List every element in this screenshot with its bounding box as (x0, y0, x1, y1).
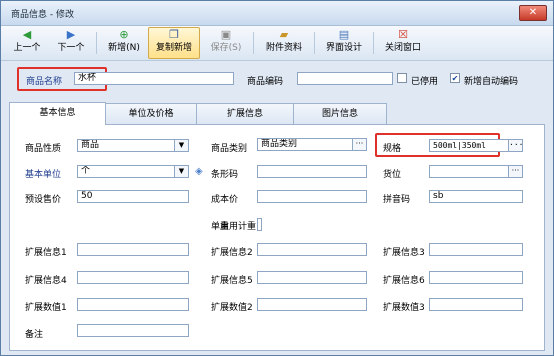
chevron-down-icon[interactable]: ▼ (174, 140, 188, 151)
ext-num-3-input[interactable] (429, 298, 523, 311)
ext-info-6-input[interactable] (429, 271, 523, 284)
ext-num-3-label: 扩展数值3 (383, 303, 425, 313)
disabled-checkbox[interactable] (397, 73, 407, 83)
ui-design-button[interactable]: ▤ 界面设计 (319, 28, 369, 58)
folder-icon: ▰ (279, 28, 289, 41)
category-input[interactable]: 商品类别 ··· (257, 138, 367, 151)
spec-input[interactable]: 500ml|350ml ··· (429, 139, 523, 152)
tab-unit-price[interactable]: 单位及价格 (105, 103, 197, 124)
tab-extended-info[interactable]: 扩展信息 (196, 103, 294, 124)
ext-info-2-input[interactable] (257, 243, 367, 256)
toolbar-separator (373, 32, 374, 54)
disabled-label: 已停用 (411, 77, 439, 87)
title-bar: 商品信息 - 修改 ✕ (1, 1, 553, 26)
product-name-label: 商品名称 (26, 77, 63, 87)
ext-num-2-label: 扩展数值2 (211, 303, 253, 313)
copy-new-button[interactable]: ❐ 复制新增 (148, 27, 200, 59)
prev-button[interactable]: ◀ 上一个 (7, 28, 47, 58)
barcode-stack-icon: ◈ (195, 166, 203, 177)
location-label: 货位 (383, 170, 402, 180)
ext-info-2-label: 扩展信息2 (211, 248, 253, 258)
ext-info-3-input[interactable] (429, 243, 523, 256)
ext-info-4-label: 扩展信息4 (25, 276, 67, 286)
ext-info-1-label: 扩展信息1 (25, 248, 67, 258)
auto-code-label: 新增自动编码 (464, 77, 519, 87)
spec-label: 规格 (383, 144, 402, 154)
more-dots-icon[interactable]: ··· (508, 140, 522, 151)
ext-num-1-input[interactable] (77, 298, 189, 311)
unit-select[interactable]: 个 ▼ (77, 165, 189, 178)
pinyin-label: 拼音码 (383, 195, 411, 205)
toolbar-separator (96, 32, 97, 54)
copy-icon: ❐ (169, 28, 179, 41)
new-button[interactable]: ⊕ 新增(N) (103, 28, 145, 58)
next-button[interactable]: ▶ 下一个 (51, 28, 91, 58)
product-name-input[interactable]: 水杯 (74, 72, 234, 85)
ext-info-5-input[interactable] (257, 271, 367, 284)
save-button[interactable]: ▣ 保存(S) (204, 28, 248, 58)
unit-label: 基本单位 (25, 170, 62, 180)
close-window-button[interactable]: ☒ 关闭窗口 (379, 28, 427, 58)
plus-circle-icon: ⊕ (119, 28, 129, 41)
ext-info-6-label: 扩展信息6 (383, 276, 425, 286)
category-label: 商品类别 (211, 144, 248, 154)
ext-info-3-label: 扩展信息3 (383, 248, 425, 258)
arrow-right-icon: ▶ (66, 28, 76, 41)
ext-num-2-input[interactable] (257, 298, 367, 311)
product-code-label: 商品编码 (247, 77, 284, 87)
remark-label: 备注 (25, 330, 44, 340)
barcode-label: 条形码 (211, 170, 239, 180)
auto-code-checkbox[interactable]: ✔ (450, 73, 460, 83)
nature-select[interactable]: 商品 ▼ (77, 139, 189, 152)
barcode-input[interactable] (257, 165, 367, 178)
pinyin-input[interactable]: sb (429, 190, 523, 203)
location-input[interactable]: ··· (429, 165, 523, 178)
attachments-button[interactable]: ▰ 附件资料 (259, 28, 309, 58)
preset-price-input[interactable]: 50 (77, 190, 189, 203)
nature-label: 商品性质 (25, 144, 62, 154)
disk-icon: ▣ (220, 28, 232, 41)
product-info-window: 商品信息 - 修改 ✕ ◀ 上一个 ▶ 下一个 ⊕ 新增(N) ❐ 复制新增 ▣… (0, 0, 554, 356)
weight-checkbox-fragment[interactable] (257, 218, 262, 231)
cost-input[interactable] (257, 190, 367, 203)
close-box-icon: ☒ (398, 28, 408, 41)
basic-info-panel (9, 124, 545, 351)
arrow-left-icon: ◀ (22, 28, 32, 41)
window-title: 商品信息 - 修改 (11, 10, 74, 20)
chevron-down-icon[interactable]: ▼ (174, 166, 188, 177)
toolbar-separator (314, 32, 315, 54)
more-dots-icon[interactable]: ··· (508, 166, 522, 177)
tab-image-info[interactable]: 图片信息 (293, 103, 387, 124)
close-window-icon[interactable]: ✕ (519, 5, 547, 21)
preset-price-label: 预设售价 (25, 195, 62, 205)
toolbar: ◀ 上一个 ▶ 下一个 ⊕ 新增(N) ❐ 复制新增 ▣ 保存(S) ▰ 附件资… (1, 26, 553, 61)
ext-info-1-input[interactable] (77, 243, 189, 256)
remark-input[interactable] (77, 324, 189, 337)
cost-label: 成本价 (211, 195, 239, 205)
ext-info-4-input[interactable] (77, 271, 189, 284)
enable-weight-label: 启用计重 (220, 222, 257, 232)
ext-num-1-label: 扩展数值1 (25, 303, 67, 313)
ext-info-5-label: 扩展信息5 (211, 276, 253, 286)
product-code-input[interactable] (297, 72, 393, 85)
layout-icon: ▤ (338, 28, 350, 41)
more-dots-icon[interactable]: ··· (352, 139, 366, 150)
toolbar-separator (253, 32, 254, 54)
tab-basic-info[interactable]: 基本信息 (9, 102, 106, 125)
